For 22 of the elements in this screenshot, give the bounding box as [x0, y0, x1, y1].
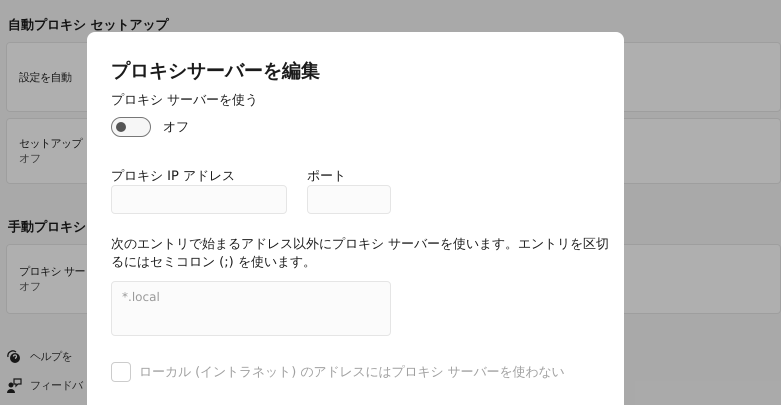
field-label: プロキシ IP アドレス [111, 168, 236, 185]
link-text[interactable]: フィードバ [30, 378, 82, 392]
card-subtitle: オフ [19, 279, 41, 294]
toggle-switch[interactable] [111, 117, 151, 137]
dialog-title: プロキシサーバーを編集 [111, 59, 321, 84]
checkbox-label: ローカル (イントラネット) のアドレスにはプロキシ サーバーを使わない [139, 364, 565, 381]
section-heading: 自動プロキシ セットアップ [7, 16, 169, 35]
section-heading: 手動プロキシ [7, 218, 86, 237]
toggle-label: プロキシ サーバーを使う [111, 92, 260, 110]
toggle-state: オフ [163, 119, 189, 136]
help-icon [6, 348, 22, 364]
input-field[interactable] [111, 185, 287, 214]
input-field[interactable] [307, 185, 391, 214]
card-subtitle: オフ [19, 151, 41, 166]
link-text[interactable]: ヘルプを [30, 348, 72, 364]
card-title: プロキシ サー [19, 264, 85, 279]
description-text: 次のエントリで始まるアドレス以外にプロキシ サーバーを使います。エントリを区切るにはセミコロン (;) を使います。 [111, 236, 610, 272]
card-title: 設定を自動 [19, 70, 72, 84]
exceptions-field[interactable]: *.local [111, 281, 391, 336]
person-speech-icon [6, 377, 22, 393]
card-title: セットアップ [19, 136, 82, 151]
field-label: ポート [307, 168, 347, 185]
